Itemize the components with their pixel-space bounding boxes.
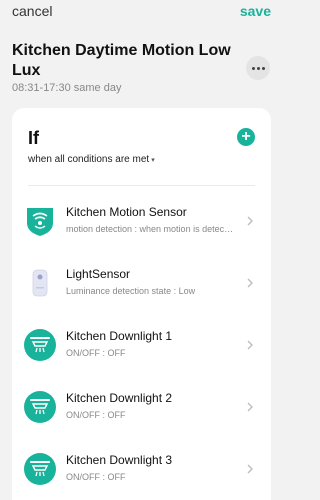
device-condition: ON/OFF : OFF: [66, 410, 126, 420]
condition-item-kitchen-downlight-1[interactable]: Kitchen Downlight 1 ON/OFF : OFF: [12, 314, 271, 376]
more-icon: [251, 66, 255, 70]
device-name: Kitchen Downlight 3: [66, 453, 173, 467]
condition-item-light-sensor[interactable]: LightSensor Luminance detection state : …: [12, 252, 271, 314]
device-name: Kitchen Downlight 1: [66, 329, 173, 343]
device-condition: ON/OFF : OFF: [66, 348, 126, 358]
motion-sensor-icon: [24, 205, 56, 237]
cancel-button[interactable]: cancel: [12, 3, 52, 19]
chevron-right-icon: [247, 402, 253, 412]
scene-time-range: 08:31-17:30 same day: [12, 82, 122, 94]
device-condition: Luminance detection state : Low: [66, 286, 196, 296]
divider: [28, 185, 255, 186]
chevron-right-icon: [247, 278, 253, 288]
device-name: Kitchen Downlight 2: [66, 391, 173, 405]
more-options-button[interactable]: [246, 56, 270, 80]
save-button[interactable]: save: [240, 3, 271, 19]
condition-item-kitchen-downlight-2[interactable]: Kitchen Downlight 2 ON/OFF : OFF: [12, 376, 271, 438]
downlight-icon: [24, 329, 56, 361]
chevron-right-icon: [247, 340, 253, 350]
caret-down-icon: ▾: [151, 156, 155, 164]
scene-title: Kitchen Daytime Motion Low Lux: [12, 42, 231, 79]
light-sensor-device-icon: [24, 267, 56, 299]
chevron-right-icon: [247, 464, 253, 474]
plus-icon: +: [241, 128, 251, 145]
downlight-icon: [24, 453, 56, 485]
device-name: Kitchen Motion Sensor: [66, 205, 187, 219]
condition-item-kitchen-downlight-3[interactable]: Kitchen Downlight 3 ON/OFF : OFF: [12, 438, 271, 500]
condition-item-kitchen-motion-sensor[interactable]: Kitchen Motion Sensor motion detection :…: [12, 190, 271, 252]
device-condition: ON/OFF : OFF: [66, 472, 126, 482]
chevron-right-icon: [247, 216, 253, 226]
if-heading: If: [28, 128, 39, 148]
condition-mode-label: when all conditions are met: [28, 154, 150, 165]
device-name: LightSensor: [66, 267, 131, 281]
downlight-icon: [24, 391, 56, 423]
if-conditions-card: If + when all conditions are met ▾ Kitch…: [12, 108, 271, 500]
add-condition-button[interactable]: +: [237, 128, 255, 146]
condition-mode-dropdown[interactable]: when all conditions are met ▾: [28, 154, 155, 165]
device-condition: motion detection : when motion is detect…: [66, 224, 234, 234]
top-bar: cancel save: [0, 0, 283, 24]
